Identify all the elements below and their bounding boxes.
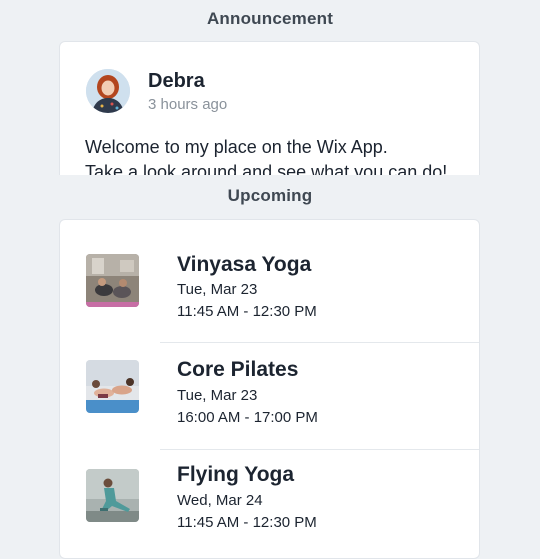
- avatar[interactable]: [86, 69, 130, 113]
- event-date: Tue, Mar 23: [177, 281, 258, 298]
- post-timestamp: 3 hours ago: [148, 96, 228, 113]
- event-name: Core Pilates: [177, 358, 299, 381]
- event-item-vinyasa-yoga[interactable]: Vinyasa Yoga Tue, Mar 23 11:45 AM - 12:3…: [60, 220, 479, 326]
- event-name: Flying Yoga: [177, 463, 295, 486]
- event-thumbnail: [86, 360, 139, 413]
- event-name: Vinyasa Yoga: [177, 253, 312, 276]
- announcement-body: Welcome to my place on the Wix App. Take…: [85, 135, 447, 175]
- announcement-body-line: Take a look around and see what you can …: [85, 162, 448, 175]
- event-thumbnail: [86, 469, 139, 522]
- author-name: Debra: [148, 70, 205, 92]
- event-time: 16:00 AM - 17:00 PM: [177, 409, 318, 426]
- announcement-body-line: Welcome to my place on the Wix App.: [85, 137, 388, 157]
- announcement-section-title: Announcement: [206, 9, 334, 28]
- event-time: 11:45 AM - 12:30 PM: [177, 514, 317, 531]
- upcoming-section-title: Upcoming: [227, 186, 313, 205]
- event-date: Wed, Mar 24: [177, 492, 263, 509]
- event-thumbnail: [86, 254, 139, 307]
- event-item-core-pilates[interactable]: Core Pilates Tue, Mar 23 16:00 AM - 17:0…: [60, 342, 479, 448]
- event-time: 11:45 AM - 12:30 PM: [177, 303, 317, 320]
- announcement-card[interactable]: Debra 3 hours ago Welcome to my place on…: [59, 41, 480, 175]
- event-item-flying-yoga[interactable]: Flying Yoga Wed, Mar 24 11:45 AM - 12:30…: [60, 449, 479, 555]
- event-date: Tue, Mar 23: [177, 387, 258, 404]
- upcoming-card: Vinyasa Yoga Tue, Mar 23 11:45 AM - 12:3…: [59, 219, 480, 559]
